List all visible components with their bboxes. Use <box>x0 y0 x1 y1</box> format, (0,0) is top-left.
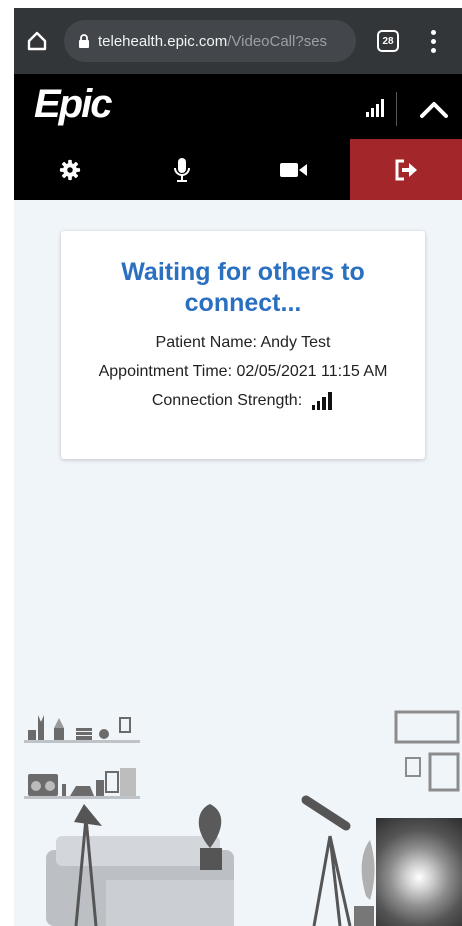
microphone-button[interactable] <box>126 139 238 200</box>
patient-name: Patient Name: Andy Test <box>155 334 331 351</box>
connection-signal-icon <box>312 391 333 410</box>
tab-count: 28 <box>377 30 399 52</box>
kebab-menu-icon <box>430 29 436 53</box>
header-divider <box>396 92 397 126</box>
app-header: Epic <box>14 74 462 200</box>
epic-logo: Epic <box>34 82 112 126</box>
home-icon <box>27 31 47 51</box>
tab-switcher-button[interactable]: 28 <box>366 8 410 74</box>
chevron-up-icon <box>420 102 448 118</box>
video-camera-icon <box>280 162 307 177</box>
address-bar[interactable]: telehealth.epic.com/VideoCall?ses <box>64 20 356 62</box>
signal-strength-icon <box>366 99 384 117</box>
exit-icon <box>395 159 417 180</box>
appointment-time: Appointment Time: 02/05/2021 11:15 AM <box>98 363 388 380</box>
url-path: /VideoCall?ses <box>227 32 328 50</box>
connection-strength-label: Connection Strength: <box>151 392 303 409</box>
camera-button[interactable] <box>238 139 350 200</box>
url-host: telehealth.epic.com <box>98 32 228 50</box>
browser-menu-button[interactable] <box>410 8 456 74</box>
call-controls <box>14 139 462 200</box>
waiting-title: Waiting for others to connect... <box>121 258 365 317</box>
waiting-room: Waiting for others to connect... Patient… <box>14 200 462 926</box>
lock-icon <box>78 33 90 49</box>
collapse-header-button[interactable] <box>412 92 456 126</box>
shelf-bottom <box>24 768 140 799</box>
shelf-top <box>24 715 140 743</box>
gear-icon <box>59 159 81 180</box>
microphone-icon <box>174 157 190 182</box>
waiting-status-card: Waiting for others to connect... Patient… <box>61 231 425 459</box>
leave-call-button[interactable] <box>350 139 462 200</box>
logo-row: Epic <box>14 74 462 139</box>
home-button[interactable] <box>14 8 60 74</box>
connection-strength-row: Connection Strength: <box>77 391 409 410</box>
settings-button[interactable] <box>14 139 126 200</box>
self-video-preview[interactable] <box>376 818 462 926</box>
browser-toolbar: telehealth.epic.com/VideoCall?ses 28 <box>14 8 462 74</box>
